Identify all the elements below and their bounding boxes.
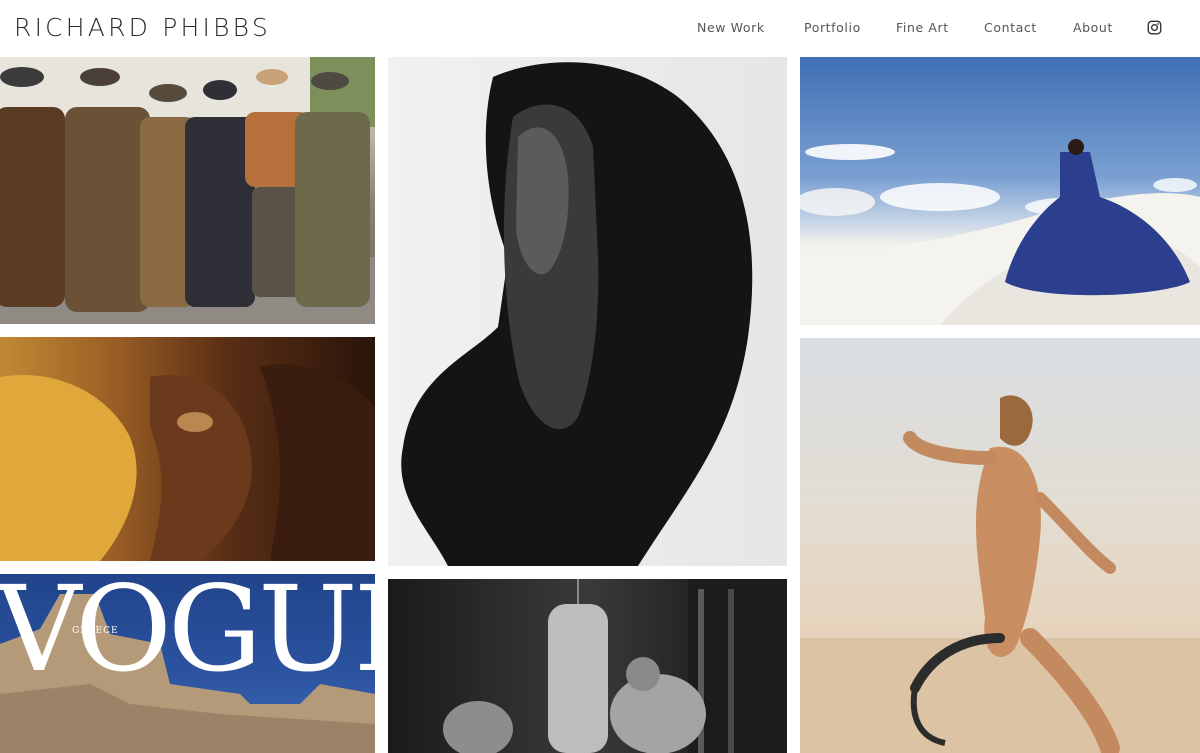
leather-detail-photo	[0, 364, 375, 561]
boxing-bag-photo	[443, 579, 787, 753]
nav-contact[interactable]: Contact	[984, 20, 1037, 35]
desert-runner-photo	[800, 395, 1200, 753]
site-logo[interactable]: RICHARD PHIBBS	[14, 13, 271, 42]
gallery-image-boxing-bag[interactable]	[388, 579, 787, 753]
salt-flats-photo	[800, 139, 1200, 325]
nav-new-work[interactable]: New Work	[697, 20, 765, 35]
instagram-icon[interactable]	[1147, 20, 1162, 35]
vogue-edition-label: GREECE	[72, 626, 119, 636]
vogue-masthead: VOGUE	[0, 574, 375, 698]
nav-fine-art[interactable]: Fine Art	[896, 20, 949, 35]
gallery-image-desert-runner[interactable]	[800, 338, 1200, 753]
gallery-image-vogue-cover[interactable]: VOGUE GREECE	[0, 574, 375, 753]
site-header: RICHARD PHIBBS New Work Portfolio Fine A…	[0, 0, 1200, 57]
gallery-image-leather-detail[interactable]	[0, 337, 375, 561]
nav-portfolio[interactable]: Portfolio	[804, 20, 861, 35]
men-tweed-photo	[0, 57, 375, 324]
gallery-image-hooded-portrait[interactable]	[388, 57, 787, 566]
gallery-image-salt-flats-dress[interactable]	[800, 57, 1200, 325]
nav-about[interactable]: About	[1073, 20, 1113, 35]
hooded-portrait-photo	[401, 62, 753, 566]
gallery-image-men-tweed[interactable]	[0, 57, 375, 324]
